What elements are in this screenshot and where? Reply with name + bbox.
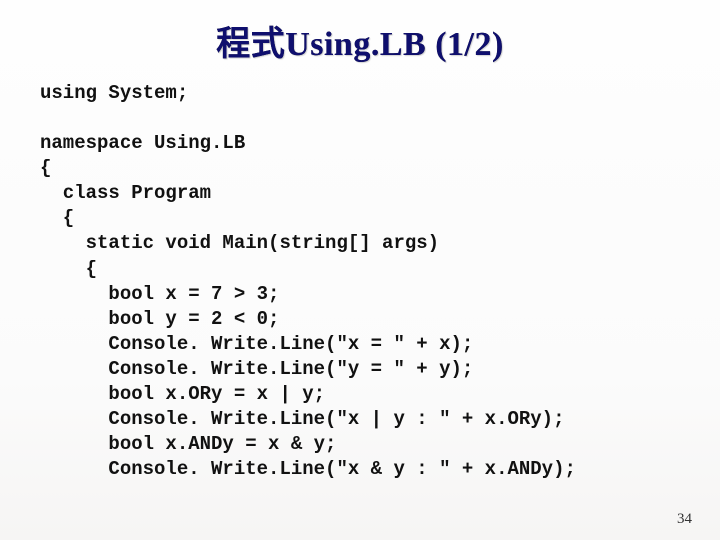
slide-title: 程式Using.LB (1/2) xyxy=(40,16,680,65)
code-block: using System; namespace Using.LB { class… xyxy=(40,81,680,482)
page-number: 34 xyxy=(677,511,692,528)
slide: 程式Using.LB (1/2) using System; namespace… xyxy=(0,0,720,540)
